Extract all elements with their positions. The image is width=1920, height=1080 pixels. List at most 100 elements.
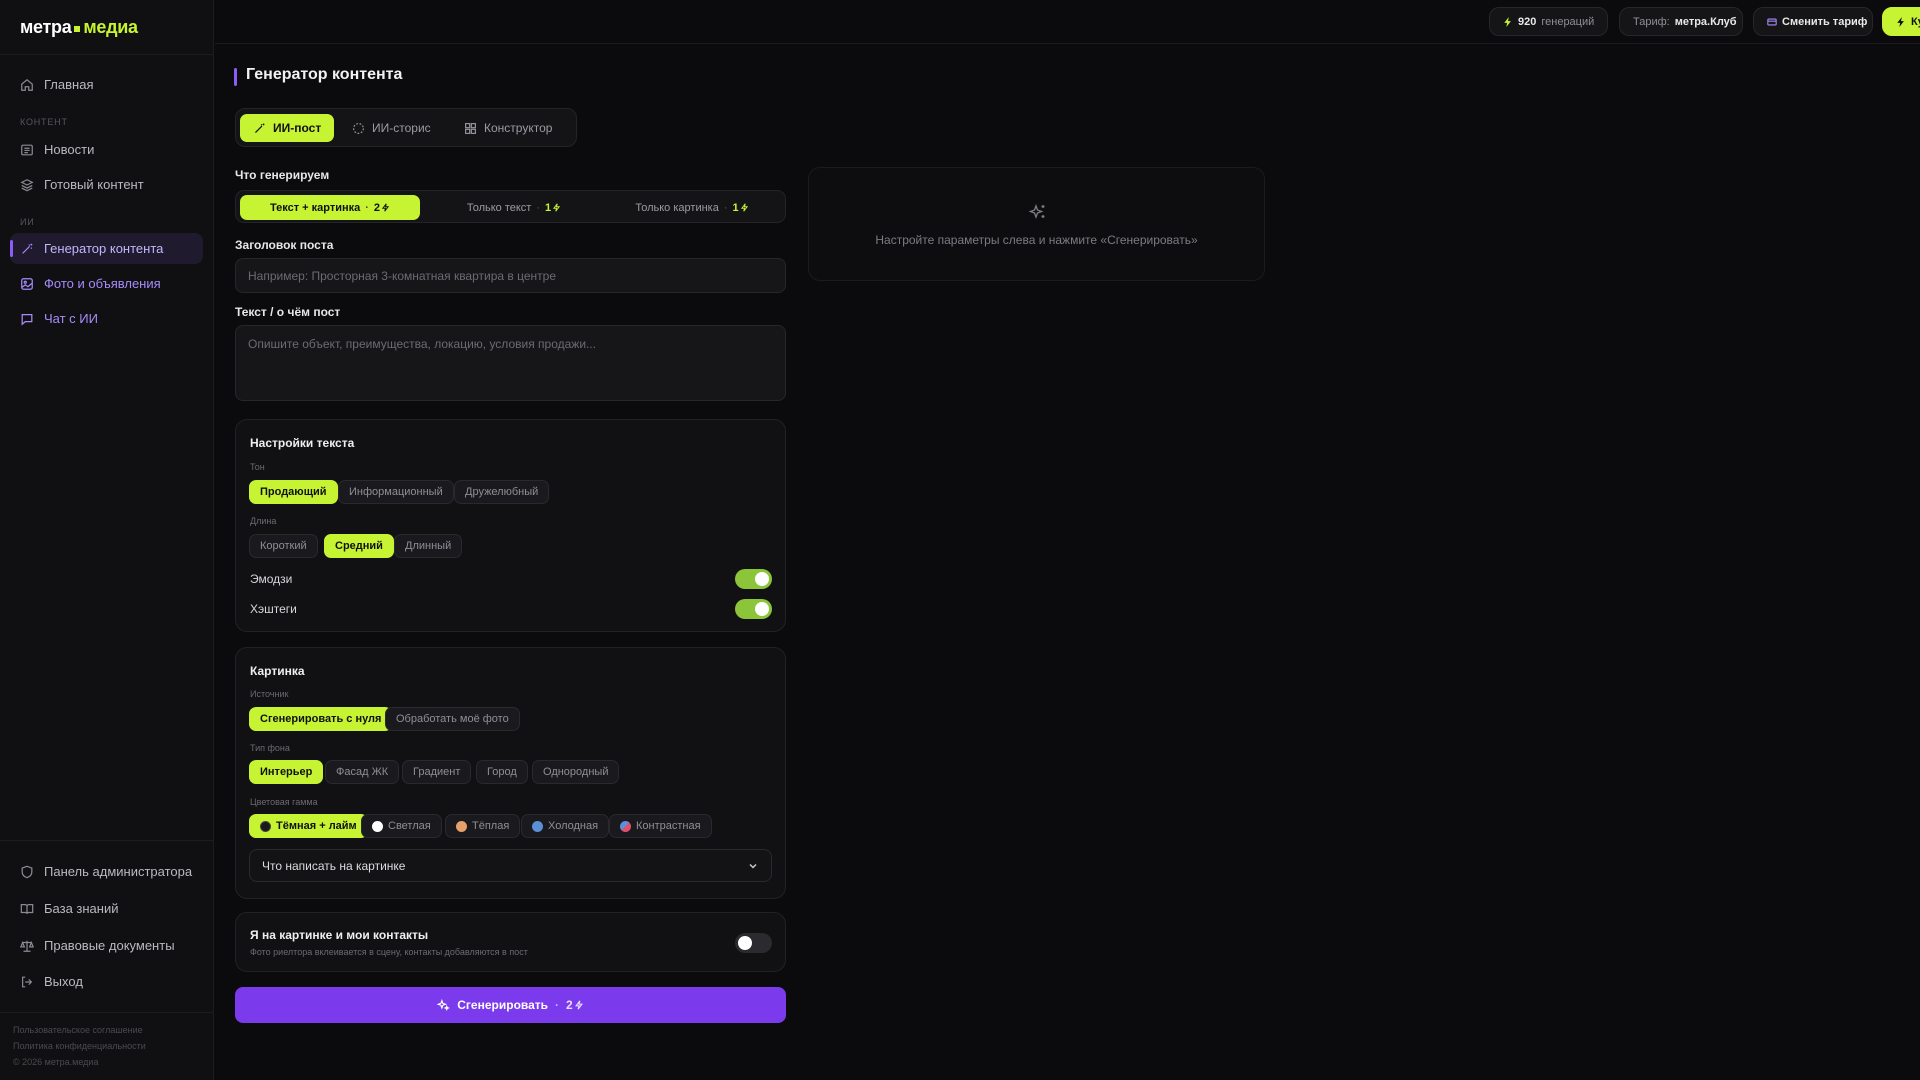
image-title: Картинка	[250, 664, 305, 678]
sidebar-divider	[0, 840, 214, 841]
tab-label: ИИ-пост	[273, 121, 322, 135]
brand-left: метра	[20, 17, 72, 37]
palette-warm[interactable]: Тёплая	[445, 814, 521, 838]
contacts-title: Я на картинке и мои контакты	[250, 928, 429, 942]
generations-counter[interactable]: 920 генераций	[1489, 7, 1608, 36]
option-cost: 2	[374, 202, 390, 214]
option-text-only[interactable]: Только текст · 1	[424, 195, 604, 220]
palette-dark-lime[interactable]: Тёмная + лайм	[249, 814, 368, 838]
bolt-icon	[553, 203, 561, 212]
option-label: Текст + картинка	[269, 201, 361, 214]
dot-separator: ·	[365, 201, 369, 214]
bolt-icon	[1896, 16, 1906, 27]
dashed-circle-icon	[352, 122, 365, 135]
logout-icon	[20, 975, 34, 989]
text-settings-card: Настройки текста Тон Продающий Информаци…	[235, 419, 786, 632]
change-tariff-button[interactable]: Сменить тариф	[1753, 7, 1873, 36]
what-label: Что генерируем	[235, 168, 330, 182]
sidebar-item-admin[interactable]: Панель администратора	[10, 856, 203, 887]
option-cost: 1	[545, 202, 561, 214]
sidebar-item-legal[interactable]: Правовые документы	[10, 930, 203, 961]
palette-contrast[interactable]: Контрастная	[609, 814, 712, 838]
bg-interior[interactable]: Интерьер	[249, 760, 324, 784]
swatch-white-icon	[372, 820, 383, 832]
palette-label-text: Тёплая	[472, 820, 510, 832]
bg-facade[interactable]: Фасад ЖК	[325, 760, 400, 784]
sidebar-item-chat[interactable]: Чат с ИИ	[10, 303, 203, 334]
privacy-policy-link[interactable]: Политика конфиденциальности	[13, 1038, 146, 1054]
palette-cold[interactable]: Холодная	[521, 814, 610, 838]
swatch-cold-icon	[532, 820, 543, 832]
page-title: Генератор контента	[234, 66, 402, 86]
tab-ai-stories[interactable]: ИИ-сторис	[339, 114, 444, 142]
tariff-label: Тариф:	[1633, 15, 1670, 28]
palette-label-text: Холодная	[548, 820, 599, 832]
bg-uniform[interactable]: Однородный	[532, 760, 620, 784]
text-settings-title: Настройки текста	[250, 436, 355, 450]
sidebar-divider	[0, 1012, 214, 1013]
length-long[interactable]: Длинный	[394, 534, 463, 558]
sidebar-item-ready[interactable]: Готовый контент	[10, 169, 203, 200]
newspaper-icon	[20, 143, 34, 157]
magic-wand-icon	[253, 122, 266, 135]
option-image-only[interactable]: Только картинка · 1	[602, 195, 782, 220]
tab-constructor[interactable]: Конструктор	[451, 114, 565, 142]
mode-tabs: ИИ-пост ИИ-сторис Конструктор	[235, 108, 577, 147]
tone-info[interactable]: Информационный	[338, 480, 454, 504]
sidebar-item-label: Готовый контент	[44, 177, 144, 192]
bg-gradient[interactable]: Градиент	[402, 760, 472, 784]
sidebar-item-news[interactable]: Новости	[10, 134, 203, 165]
overlay-text-select[interactable]: Что написать на картинке	[249, 849, 772, 882]
user-agreement-link[interactable]: Пользовательское соглашение	[13, 1022, 146, 1038]
sidebar-item-label: Новости	[44, 142, 95, 157]
tone-friendly[interactable]: Дружелюбный	[454, 480, 550, 504]
generations-word: генераций	[1541, 15, 1595, 28]
logo-divider	[0, 54, 214, 55]
swatch-warm-icon	[456, 820, 467, 832]
tone-selling[interactable]: Продающий	[249, 480, 338, 504]
length-short[interactable]: Короткий	[249, 534, 318, 558]
option-label: Только текст	[466, 201, 532, 214]
chevron-down-icon	[747, 860, 759, 872]
post-title-input[interactable]	[235, 258, 786, 293]
contacts-desc: Фото риелтора вклеивается в сцену, конта…	[250, 947, 528, 957]
option-text-image[interactable]: Текст + картинка · 2	[240, 195, 420, 220]
buy-button[interactable]: Ку	[1882, 7, 1920, 36]
toggle-knob	[755, 602, 769, 616]
brand-logo[interactable]: метра медиа	[20, 17, 138, 38]
source-generate[interactable]: Сгенерировать с нуля	[249, 707, 393, 731]
sidebar-item-label: Правовые документы	[44, 938, 175, 953]
tariff-pill[interactable]: Тариф: метра.Клуб	[1619, 7, 1743, 36]
contacts-toggle[interactable]	[735, 933, 772, 953]
hashtags-label: Хэштеги	[250, 602, 297, 616]
sidebar-item-generator[interactable]: Генератор контента	[10, 233, 203, 264]
palette-label-text: Светлая	[388, 820, 431, 832]
post-text-input[interactable]	[235, 325, 786, 401]
home-icon	[20, 78, 34, 92]
palette-label-text: Тёмная + лайм	[276, 820, 357, 832]
bg-city[interactable]: Город	[476, 760, 528, 784]
generate-button[interactable]: Сгенерировать · 2	[235, 987, 786, 1023]
toggle-knob	[738, 936, 752, 950]
layers-icon	[20, 178, 34, 192]
sidebar-item-logout[interactable]: Выход	[10, 966, 203, 997]
length-medium[interactable]: Средний	[324, 534, 394, 558]
palette-light[interactable]: Светлая	[361, 814, 442, 838]
sidebar-item-kb[interactable]: База знаний	[10, 893, 203, 924]
images-icon	[20, 277, 34, 291]
footer-links: Пользовательское соглашение Политика кон…	[13, 1022, 146, 1070]
palette-label: Цветовая гамма	[250, 797, 318, 807]
emoji-label: Эмодзи	[250, 572, 293, 586]
what-selector: Текст + картинка · 2 Только текст · 1 То…	[235, 190, 786, 223]
image-card: Картинка Источник Сгенерировать с нуля О…	[235, 647, 786, 899]
section-ai: ИИ	[20, 217, 35, 227]
palette-label-text: Контрастная	[636, 820, 701, 832]
sidebar-item-home[interactable]: Главная	[10, 69, 203, 100]
tab-ai-post[interactable]: ИИ-пост	[240, 114, 335, 142]
emoji-toggle[interactable]	[735, 569, 772, 589]
sidebar-item-photos[interactable]: Фото и объявления	[10, 268, 203, 299]
grid-icon	[464, 122, 477, 135]
source-process-photo[interactable]: Обработать моё фото	[385, 707, 520, 731]
hashtags-toggle[interactable]	[735, 599, 772, 619]
magic-wand-icon	[20, 242, 34, 256]
